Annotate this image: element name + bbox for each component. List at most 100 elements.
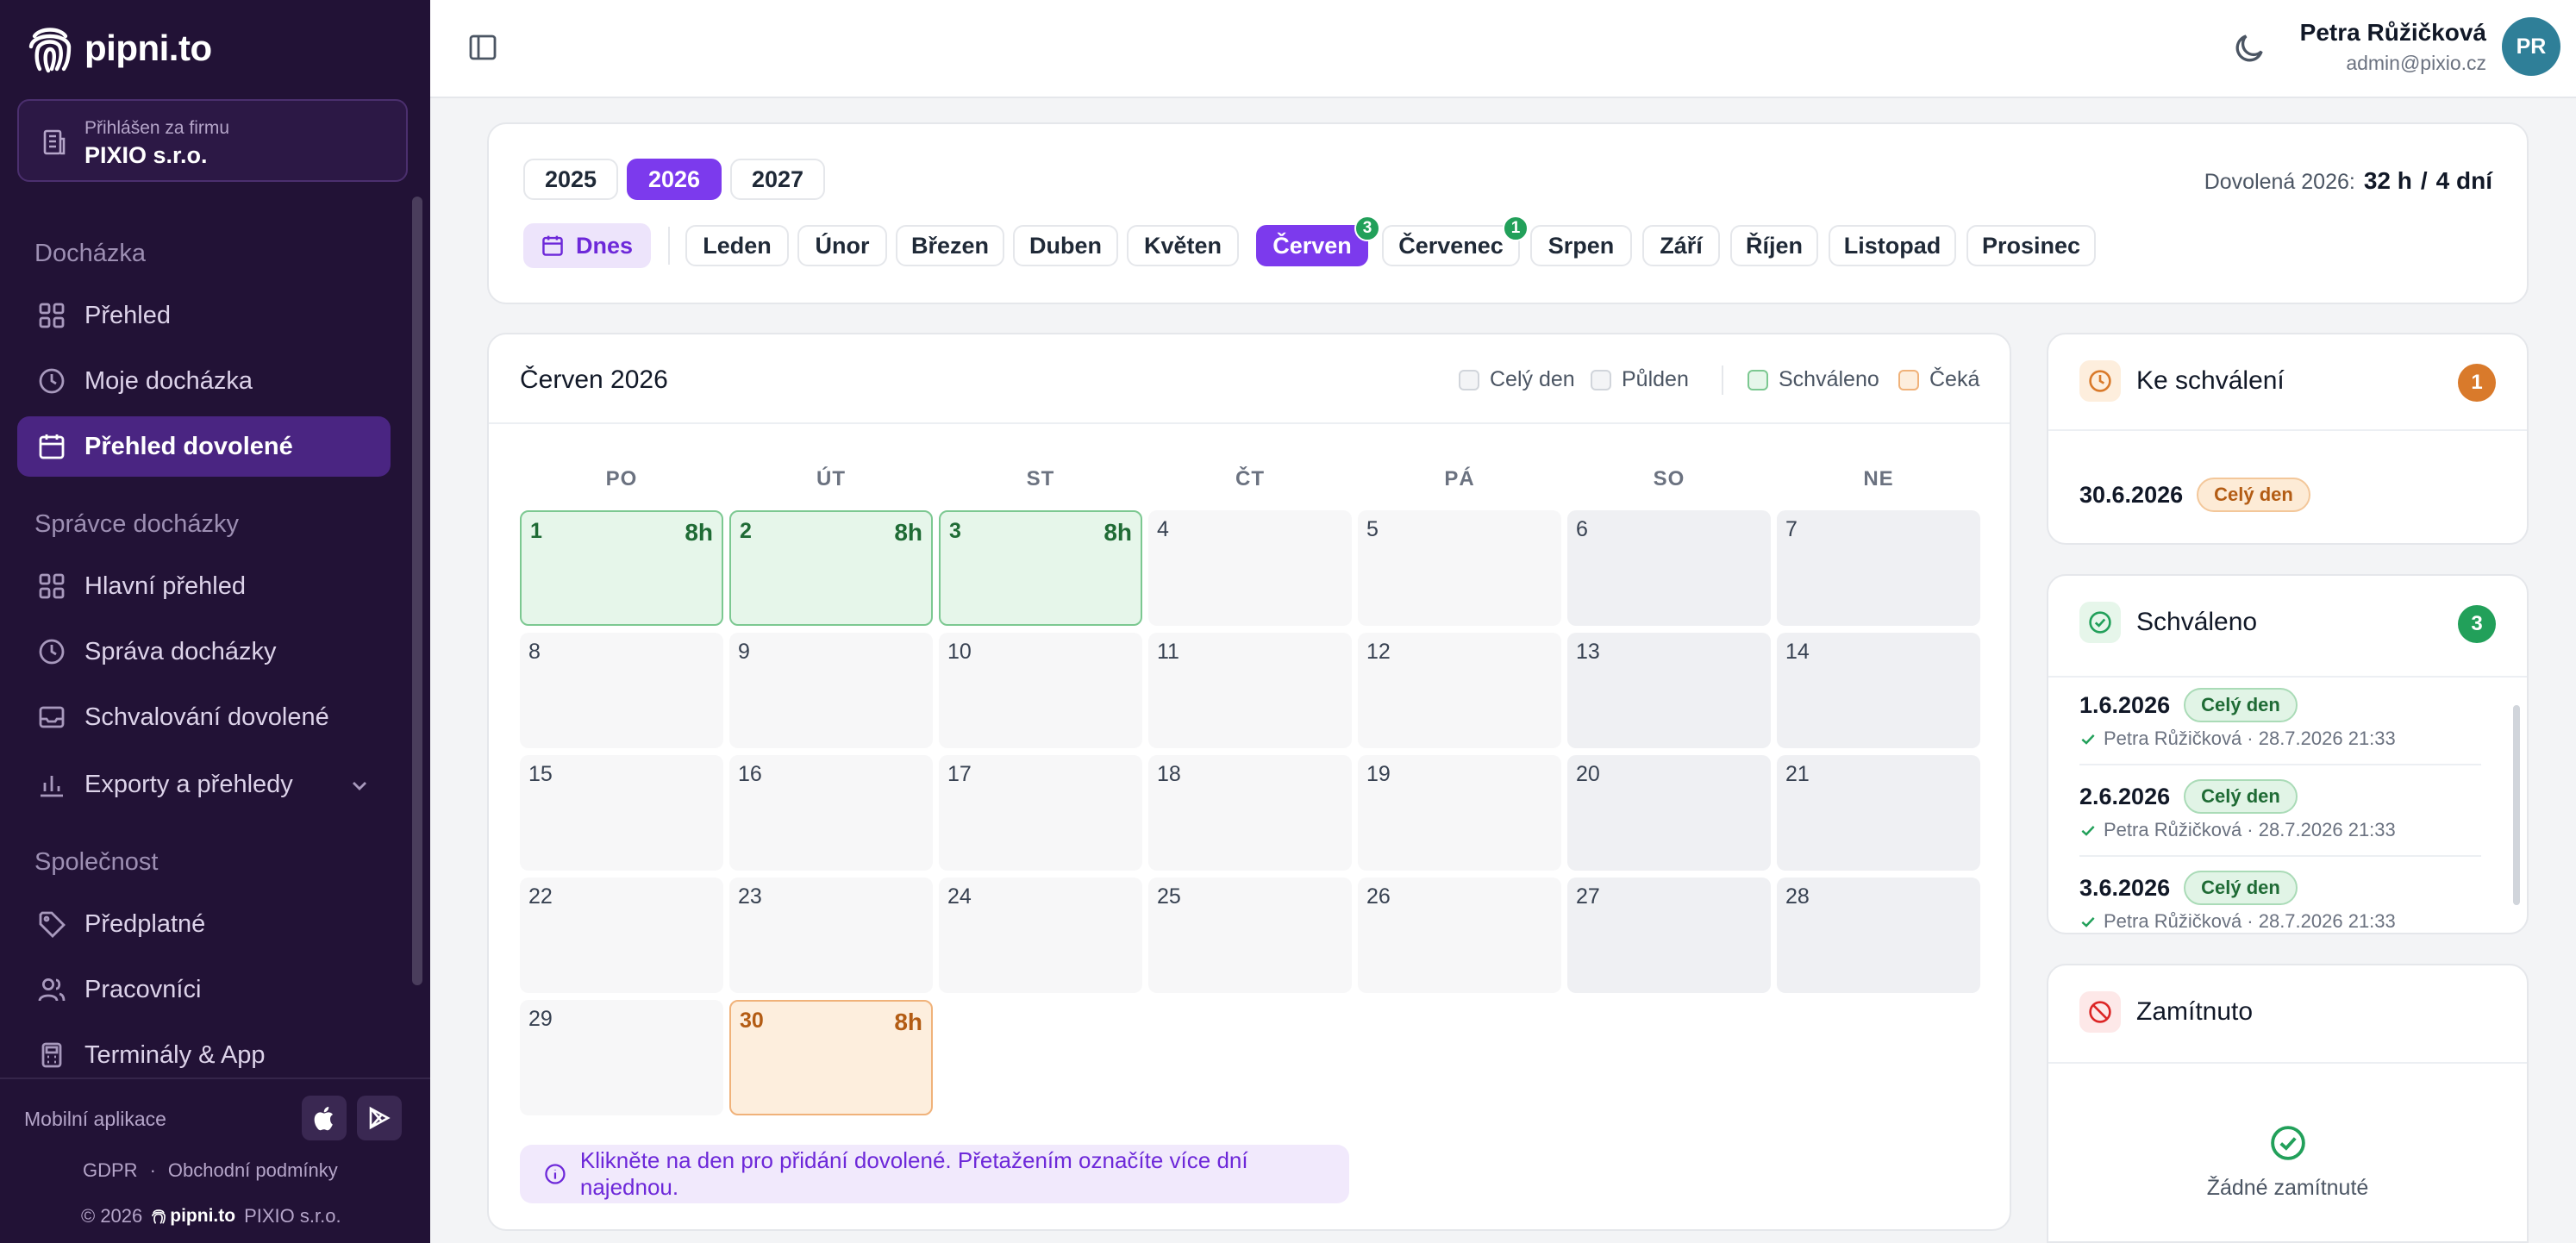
rejected-panel-title: Zamítnuto [2136,997,2254,1026]
filter-separator [668,227,670,265]
day-hours: 8h [894,519,922,546]
app-store-button[interactable] [302,1096,347,1140]
calendar-day-14[interactable]: 14 [1777,633,1980,748]
gdpr-link[interactable]: GDPR [83,1159,138,1182]
weekday-pa: PÁ [1444,467,1475,490]
month-button-brezen[interactable]: Březen [896,225,1004,266]
calendar-day-1[interactable]: 1 8h [520,510,723,626]
month-button-srpen[interactable]: Srpen [1530,225,1632,266]
calendar-day-10[interactable]: 10 [939,633,1142,748]
day-number: 18 [1157,762,1181,786]
google-play-button[interactable] [357,1096,402,1140]
year-button-2027[interactable]: 2027 [730,159,825,200]
calendar-day-3[interactable]: 3 8h [939,510,1142,626]
moon-icon[interactable] [2234,31,2267,64]
inbox-icon [39,706,65,728]
year-button-2025[interactable]: 2025 [523,159,618,200]
month-button-unor[interactable]: Únor [797,225,887,266]
sidebar: pipni.to Přihlášen za firmu PIXIO s.r.o.… [0,0,430,1243]
calendar-day-29[interactable]: 29 [520,1000,723,1115]
nav-item-vacation-overview[interactable]: Přehled dovolené [17,416,391,477]
calendar-day-17[interactable]: 17 [939,755,1142,871]
terms-link[interactable]: Obchodní podmínky [168,1159,338,1182]
calendar-day-30[interactable]: 30 8h [729,1000,933,1115]
calendar-day-7[interactable]: 7 [1777,510,1980,626]
month-button-listopad[interactable]: Listopad [1829,225,1956,266]
calendar-day-19[interactable]: 19 [1358,755,1561,871]
approved-item[interactable]: 3.6.2026 Celý den Petra Růžičková · 28.7… [2079,871,2481,933]
nav-item-overview[interactable]: Přehled [17,285,391,346]
nav-item-main-overview[interactable]: Hlavní přehled [17,556,391,616]
brand-logo[interactable]: pipni.to [26,22,212,74]
month-button-rijen[interactable]: Říjen [1730,225,1818,266]
year-button-2026[interactable]: 2026 [627,159,722,200]
calendar-day-13[interactable]: 13 [1567,633,1771,748]
calendar-day-12[interactable]: 12 [1358,633,1561,748]
day-number: 14 [1785,640,1810,664]
calendar-day-5[interactable]: 5 [1358,510,1561,626]
nav-item-terminals[interactable]: Terminály & App [17,1025,391,1085]
calendar-day-27[interactable]: 27 [1567,878,1771,993]
nav-item-subscription[interactable]: Předplatné [17,894,391,954]
nav-item-my-attendance[interactable]: Moje docházka [17,351,391,411]
panel-divider [2048,429,2527,431]
nav-label: Předplatné [84,909,206,938]
apple-icon [314,1107,333,1131]
calendar-day-18[interactable]: 18 [1148,755,1352,871]
check-icon [2081,825,2095,836]
month-button-cervenec[interactable]: Červenec [1382,225,1520,266]
firm-selector[interactable]: Přihlášen za firmu PIXIO s.r.o. [17,99,408,182]
avatar[interactable]: PR [2502,17,2560,76]
legend-full-day: Celý den [1459,367,1575,392]
calendar-day-21[interactable]: 21 [1777,755,1980,871]
today-button[interactable]: Dnes [523,223,651,268]
day-number: 8 [528,640,541,664]
approved-list-scrollbar[interactable] [2513,705,2520,905]
month-button-cerven[interactable]: Červen [1256,225,1368,266]
calendar-day-22[interactable]: 22 [520,878,723,993]
day-number: 7 [1785,517,1798,541]
calendar-day-23[interactable]: 23 [729,878,933,993]
calendar-day-26[interactable]: 26 [1358,878,1561,993]
calendar-day-28[interactable]: 28 [1777,878,1980,993]
nav-item-vacation-approval[interactable]: Schvalování dovolené [17,687,391,747]
month-button-zari[interactable]: Září [1642,225,1720,266]
approved-item[interactable]: 1.6.2026 Celý den Petra Růžičková · 28.7… [2079,688,2481,750]
ban-icon [2089,1001,2111,1023]
day-number: 30 [740,1009,764,1033]
vacation-summary-label: Dovolená 2026: [2204,170,2355,194]
rejected-panel-header: Zamítnuto [2079,991,2253,1033]
month-button-prosinec[interactable]: Prosinec [1966,225,2096,266]
chevron-down-icon[interactable] [349,775,370,796]
calendar-day-25[interactable]: 25 [1148,878,1352,993]
day-number: 1 [530,519,542,543]
calendar-day-15[interactable]: 15 [520,755,723,871]
calendar-hint-text: Klikněte na den pro přidání dovolené. Př… [579,1147,1248,1200]
month-button-kveten[interactable]: Květen [1127,225,1239,266]
pending-item[interactable]: 30.6.2026 Celý den [2079,478,2481,512]
panel-divider [2048,676,2527,678]
sidebar-toggle-icon[interactable] [468,33,497,62]
calendar-day-2[interactable]: 2 8h [729,510,933,626]
sidebar-scrollbar[interactable] [412,197,422,985]
calendar-day-4[interactable]: 4 [1148,510,1352,626]
month-button-leden[interactable]: Leden [685,225,789,266]
nav-item-attendance-management[interactable]: Správa docházky [17,622,391,682]
calendar-day-6[interactable]: 6 [1567,510,1771,626]
approved-item[interactable]: 2.6.2026 Celý den Petra Růžičková · 28.7… [2079,779,2481,841]
day-hours: 8h [894,1009,922,1035]
calendar-day-20[interactable]: 20 [1567,755,1771,871]
brand-name: pipni.to [84,28,212,68]
calendar-day-9[interactable]: 9 [729,633,933,748]
calendar-day-8[interactable]: 8 [520,633,723,748]
calendar-day-24[interactable]: 24 [939,878,1142,993]
nav-item-exports[interactable]: Exporty a přehledy [17,754,391,815]
calendar-day-16[interactable]: 16 [729,755,933,871]
day-number: 21 [1785,762,1810,786]
calendar-day-11[interactable]: 11 [1148,633,1352,748]
month-button-duben[interactable]: Duben [1013,225,1118,266]
legend-label: Celý den [1490,367,1575,391]
nav-item-employees[interactable]: Pracovníci [17,959,391,1020]
vacation-summary: Dovolená 2026: 32 h / 4 dní [2204,167,2492,195]
calculator-icon [41,1042,62,1068]
